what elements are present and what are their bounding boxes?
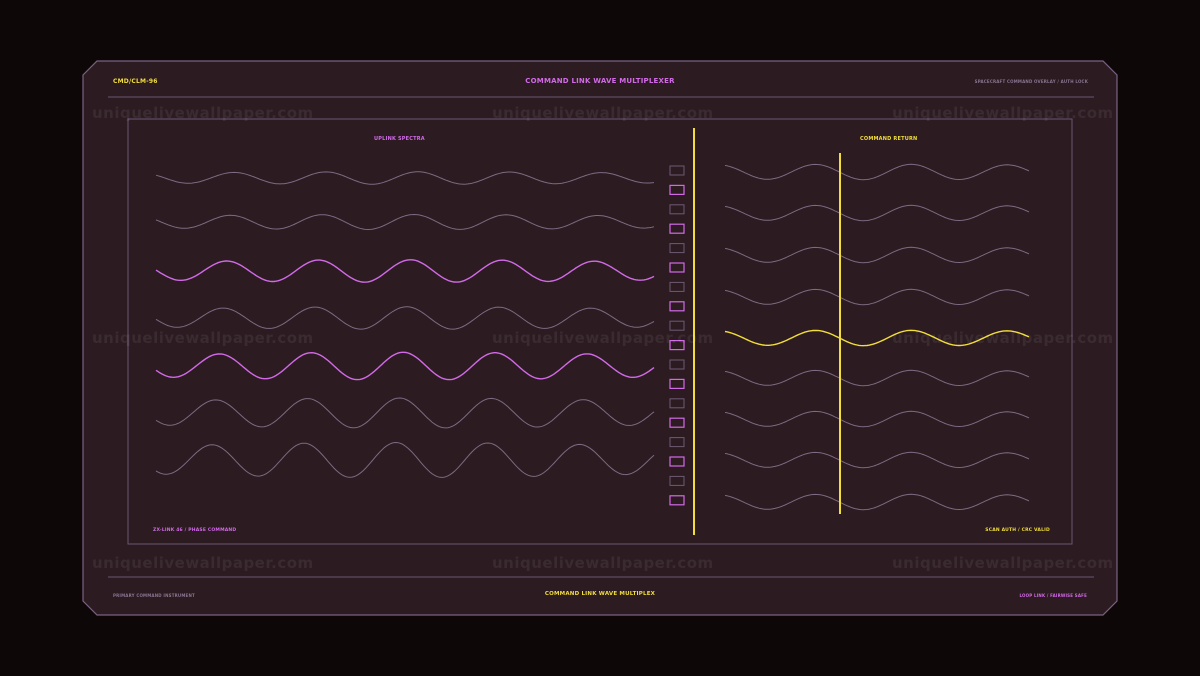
right-panel-footer: SCAN AUTH / CRC VALID — [985, 528, 1050, 533]
watermark-6: uniquelivewallpaper.com — [892, 329, 1114, 347]
watermark-4: uniquelivewallpaper.com — [92, 329, 314, 347]
footer-right-label: LOOP LINK / FAIRWISE SAFE — [1019, 593, 1087, 598]
left-panel-title: UPLINK SPECTRA — [374, 136, 425, 142]
watermark-7: uniquelivewallpaper.com — [92, 554, 314, 572]
watermark-3: uniquelivewallpaper.com — [892, 104, 1114, 122]
command-display: CMD/CLM-96 COMMAND LINK WAVE MULTIPLEXER… — [0, 0, 1200, 676]
watermark-2: uniquelivewallpaper.com — [492, 104, 714, 122]
watermark-8: uniquelivewallpaper.com — [492, 554, 714, 572]
watermark-5: uniquelivewallpaper.com — [492, 329, 714, 347]
watermark-9: uniquelivewallpaper.com — [892, 554, 1114, 572]
right-panel-title: COMMAND RETURN — [860, 136, 918, 142]
watermark-1: uniquelivewallpaper.com — [92, 104, 314, 122]
left-panel-footer: ZX-LINK 46 / PHASE COMMAND — [153, 528, 237, 533]
header-subtitle: SPACECRAFT COMMAND OVERLAY / AUTH LOCK — [974, 79, 1088, 84]
